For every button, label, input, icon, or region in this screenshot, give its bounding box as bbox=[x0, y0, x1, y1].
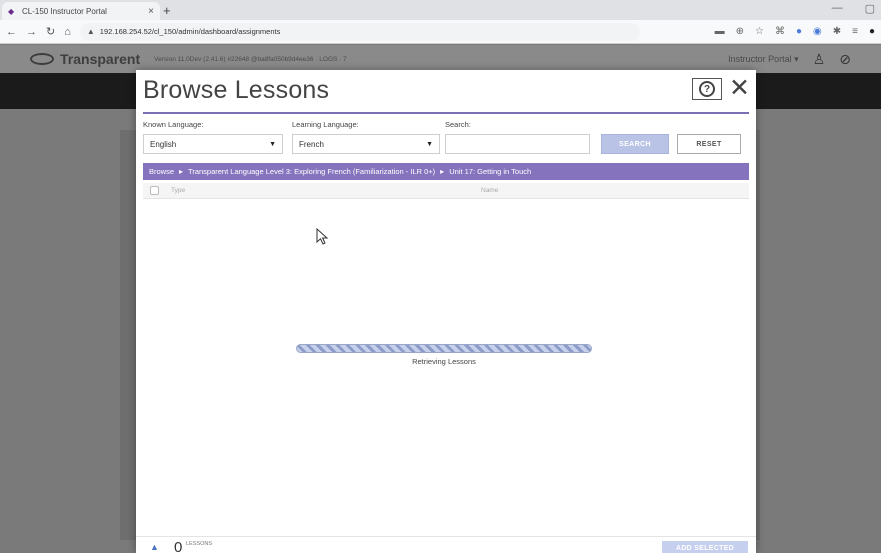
extension-shield-icon[interactable]: ◉ bbox=[813, 26, 822, 37]
help-button[interactable]: ? bbox=[692, 78, 722, 100]
reset-button[interactable]: RESET bbox=[677, 134, 741, 154]
minimize-icon[interactable]: — bbox=[832, 2, 843, 15]
address-bar[interactable]: ▲ 192.168.254.52/cl_150/admin/dashboard/… bbox=[79, 22, 640, 41]
header-divider bbox=[143, 112, 749, 114]
browser-tab[interactable]: ◆ CL-150 Instructor Portal × bbox=[2, 2, 160, 20]
dropdown-caret-icon: ▼ bbox=[426, 140, 433, 148]
learning-language-value: French bbox=[299, 139, 324, 149]
chevron-right-icon: ▸ bbox=[179, 167, 184, 176]
filter-row: Known Language: English ▼ Learning Langu… bbox=[143, 120, 749, 158]
reading-list-icon[interactable]: ≡ bbox=[852, 26, 858, 37]
header-right: Instructor Portal ▾ ♙ ⊘ bbox=[728, 51, 851, 68]
url-text: 192.168.254.52/cl_150/admin/dashboard/as… bbox=[99, 27, 281, 36]
extension-icons: ▬ ⊕ ☆ ⌘ ● ◉ ✱ ≡ ● bbox=[715, 26, 875, 37]
learning-language-select[interactable]: French ▼ bbox=[292, 134, 440, 154]
tab-title: CL-150 Instructor Portal bbox=[22, 6, 107, 16]
bookmark-star-icon[interactable]: ☆ bbox=[755, 26, 764, 37]
extension-icon[interactable]: ⌘ bbox=[775, 26, 785, 37]
selected-count: 0 bbox=[174, 539, 183, 553]
reload-icon[interactable]: ↻ bbox=[46, 25, 55, 38]
info-icon[interactable]: ▲ bbox=[87, 27, 95, 36]
browser-toolbar: ← → ↻ ⌂ ▲ 192.168.254.52/cl_150/admin/da… bbox=[0, 20, 881, 44]
selected-count-label: LESSONS bbox=[186, 541, 212, 547]
search-label: Search: bbox=[445, 120, 471, 129]
expand-up-icon[interactable]: ▲ bbox=[150, 542, 159, 552]
add-selected-button[interactable]: ADD SELECTED bbox=[662, 541, 748, 553]
breadcrumb: Browse ▸ Transparent Language Level 3: E… bbox=[143, 163, 749, 180]
column-type[interactable]: Type bbox=[171, 187, 211, 194]
cloud-logo-icon bbox=[30, 53, 54, 65]
chevron-right-icon: ▸ bbox=[440, 167, 445, 176]
modal-footer: ▲ 0 LESSONS ADD SELECTED bbox=[136, 536, 756, 553]
select-all-checkbox[interactable] bbox=[150, 186, 159, 195]
learning-language-label: Learning Language: bbox=[292, 120, 359, 129]
breadcrumb-course[interactable]: Transparent Language Level 3: Exploring … bbox=[188, 167, 435, 176]
loading-progress-bar bbox=[296, 344, 592, 353]
tab-close-icon[interactable]: × bbox=[148, 6, 154, 17]
window-controls: — ▢ bbox=[832, 2, 875, 15]
known-language-label: Known Language: bbox=[143, 120, 204, 129]
loading-indicator: Retrieving Lessons bbox=[296, 344, 592, 366]
user-icon[interactable]: ♙ bbox=[813, 51, 826, 68]
profile-avatar-icon[interactable]: ● bbox=[869, 26, 875, 37]
forward-icon[interactable]: → bbox=[26, 26, 37, 38]
extension-puzzle-icon[interactable]: ✱ bbox=[833, 26, 841, 37]
home-icon[interactable]: ⌂ bbox=[64, 26, 71, 38]
app-logo: Transparent bbox=[30, 51, 140, 67]
column-name[interactable]: Name bbox=[481, 187, 498, 194]
known-language-value: English bbox=[150, 139, 177, 149]
back-icon[interactable]: ← bbox=[6, 26, 17, 38]
app-header: Transparent Version 11.0Dev (2.41.6) #22… bbox=[0, 45, 881, 73]
version-text: Version 11.0Dev (2.41.6) #22648 @ba8fa05… bbox=[154, 55, 347, 63]
help-icon[interactable]: ⊘ bbox=[839, 51, 851, 68]
browser-tabstrip: ◆ CL-150 Instructor Portal × + — ▢ bbox=[0, 0, 881, 20]
dropdown-caret-icon: ▼ bbox=[269, 140, 276, 148]
mouse-pointer-icon bbox=[316, 228, 329, 245]
breadcrumb-browse[interactable]: Browse bbox=[149, 167, 174, 176]
key-icon[interactable]: ▬ bbox=[715, 26, 725, 37]
question-icon: ? bbox=[699, 81, 715, 97]
search-button[interactable]: SEARCH bbox=[601, 134, 669, 154]
modal-header: Browse Lessons bbox=[136, 70, 756, 110]
portal-menu[interactable]: Instructor Portal ▾ bbox=[728, 54, 799, 65]
site-favicon-icon: ◆ bbox=[8, 6, 15, 16]
browse-lessons-modal: Browse Lessons ? ✕ Known Language: Engli… bbox=[136, 70, 756, 553]
close-icon[interactable]: ✕ bbox=[729, 74, 750, 102]
search-input[interactable] bbox=[445, 134, 590, 154]
known-language-select[interactable]: English ▼ bbox=[143, 134, 283, 154]
lessons-table-header: Type Name bbox=[143, 183, 749, 199]
modal-title: Browse Lessons bbox=[143, 75, 330, 104]
maximize-icon[interactable]: ▢ bbox=[865, 2, 875, 15]
loading-text: Retrieving Lessons bbox=[412, 357, 476, 366]
new-tab-icon[interactable]: + bbox=[163, 3, 171, 18]
zoom-icon[interactable]: ⊕ bbox=[736, 26, 744, 37]
breadcrumb-unit[interactable]: Unit 17: Getting in Touch bbox=[449, 167, 531, 176]
brand-name: Transparent bbox=[60, 51, 141, 67]
extension-circle-icon[interactable]: ● bbox=[796, 26, 802, 37]
